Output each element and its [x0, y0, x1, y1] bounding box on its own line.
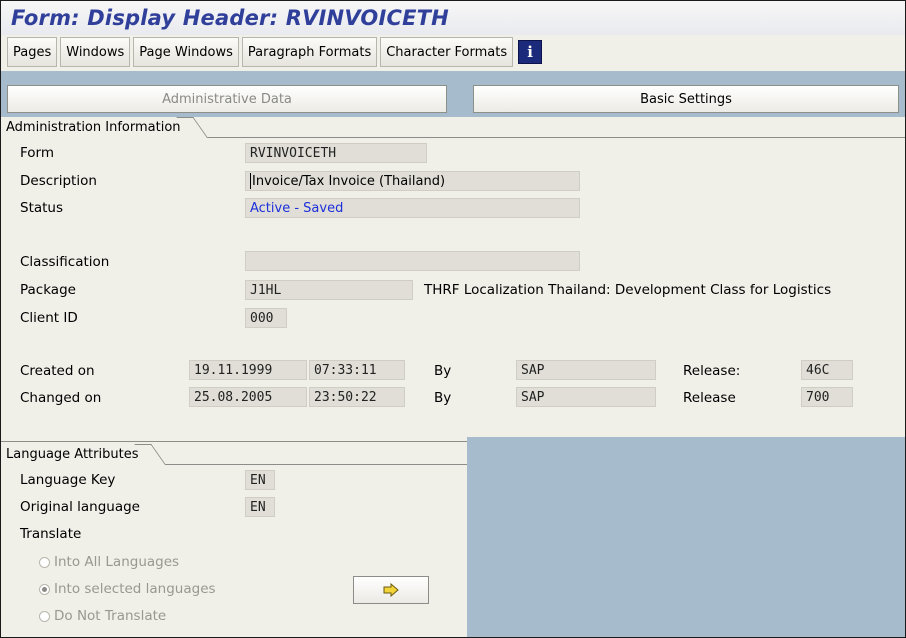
background-area — [467, 437, 905, 637]
radio-label: Into All Languages — [54, 554, 180, 570]
character-formats-button[interactable]: Character Formats — [380, 37, 514, 67]
created-by-label: By — [434, 363, 452, 379]
created-by-field[interactable]: SAP — [516, 360, 656, 380]
radio-into-all-languages[interactable]: Into All Languages — [39, 552, 179, 572]
created-release-label: Release: — [683, 363, 741, 379]
paragraph-formats-button[interactable]: Paragraph Formats — [241, 37, 378, 67]
status-field: Active - Saved — [245, 198, 580, 218]
page-windows-button[interactable]: Page Windows — [133, 37, 239, 67]
section-title: Language Attributes — [6, 447, 139, 462]
toolbar-separator — [1, 71, 905, 83]
changed-by-label: By — [434, 390, 452, 406]
classification-label: Classification — [20, 254, 110, 270]
sap-window: Form: Display Header: RVINVOICETH Pages … — [0, 0, 906, 638]
created-release-field[interactable]: 46C — [801, 360, 853, 380]
changed-on-label: Changed on — [20, 390, 102, 406]
changed-by-field[interactable]: SAP — [516, 387, 656, 407]
administration-panel: Administration Information Form RVINVOIC… — [1, 117, 905, 437]
arrow-right-icon — [383, 583, 399, 597]
package-description: THRF Localization Thailand: Development … — [424, 282, 832, 298]
description-value: Invoice/Tax Invoice (Thailand) — [252, 173, 446, 189]
translate-label: Translate — [20, 526, 82, 542]
client-id-field[interactable]: 000 — [245, 308, 287, 328]
description-label: Description — [20, 173, 97, 189]
created-time-field[interactable]: 07:33:11 — [309, 360, 405, 380]
application-toolbar: Pages Windows Page Windows Paragraph For… — [7, 37, 543, 67]
form-field[interactable]: RVINVOICETH — [245, 143, 427, 163]
radio-do-not-translate[interactable]: Do Not Translate — [39, 606, 166, 626]
section-title: Administration Information — [6, 120, 181, 135]
form-label: Form — [20, 145, 55, 161]
select-languages-button[interactable] — [353, 576, 429, 604]
tab-basic-settings[interactable]: Basic Settings — [473, 85, 899, 113]
classification-field[interactable] — [245, 251, 580, 271]
original-language-label: Original language — [20, 499, 140, 515]
radio-circle — [39, 610, 50, 622]
tab-administrative-data[interactable]: Administrative Data — [7, 85, 447, 113]
changed-date-field[interactable]: 25.08.2005 — [189, 387, 307, 407]
language-key-field[interactable]: EN — [245, 470, 275, 490]
client-id-label: Client ID — [20, 310, 78, 326]
page-title: Form: Display Header: RVINVOICETH — [11, 6, 449, 30]
package-field[interactable]: J1HL — [245, 280, 413, 300]
created-date-field[interactable]: 19.11.1999 — [189, 360, 307, 380]
status-label: Status — [20, 200, 64, 216]
pages-button[interactable]: Pages — [7, 37, 58, 67]
language-attributes-header: Language Attributes — [1, 444, 154, 465]
created-on-label: Created on — [20, 363, 95, 379]
text-cursor — [250, 173, 251, 189]
radio-label: Do Not Translate — [54, 608, 167, 624]
changed-time-field[interactable]: 23:50:22 — [309, 387, 405, 407]
title-bar: Form: Display Header: RVINVOICETH — [1, 1, 905, 35]
info-icon[interactable]: i — [518, 40, 543, 64]
language-key-label: Language Key — [20, 472, 116, 488]
radio-label: Into selected languages — [54, 581, 216, 597]
windows-button[interactable]: Windows — [60, 37, 131, 67]
radio-circle — [39, 556, 50, 568]
description-field[interactable]: Invoice/Tax Invoice (Thailand) — [245, 171, 580, 191]
original-language-field[interactable]: EN — [245, 497, 275, 517]
radio-circle-selected — [39, 583, 50, 595]
radio-into-selected-languages[interactable]: Into selected languages — [39, 579, 216, 599]
changed-release-label: Release — [683, 390, 736, 406]
changed-release-field[interactable]: 700 — [801, 387, 853, 407]
administration-information-header: Administration Information — [1, 117, 196, 138]
package-label: Package — [20, 282, 76, 298]
